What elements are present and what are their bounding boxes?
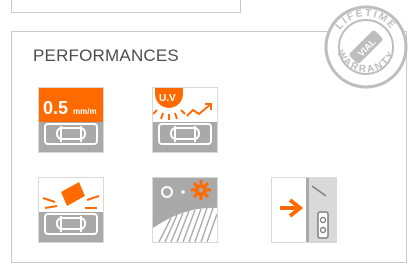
tile-gear-surface [152, 177, 218, 243]
tile-precision: 0.5 mm/m [38, 87, 104, 153]
tile-shock [38, 177, 104, 243]
tile-uv: U.V [152, 87, 218, 153]
uv-resistant-vial-icon: U.V [153, 88, 217, 152]
tile-vial-protection [271, 177, 337, 243]
shock-resistant-vial-icon [39, 178, 103, 242]
precision-unit: mm/m [73, 107, 97, 116]
section-title: PERFORMANCES [33, 46, 179, 65]
precision-vial-icon: 0.5 mm/m [39, 88, 103, 152]
precision-value: 0.5 [43, 98, 68, 118]
lifetime-warranty-badge-icon: LIFETIME WARRANTY VIAL [324, 5, 408, 89]
vial-protection-icon [272, 178, 336, 242]
uv-label: U.V [159, 93, 176, 104]
gear-anti-slip-surface-icon [153, 178, 217, 242]
top-box [11, 0, 241, 13]
